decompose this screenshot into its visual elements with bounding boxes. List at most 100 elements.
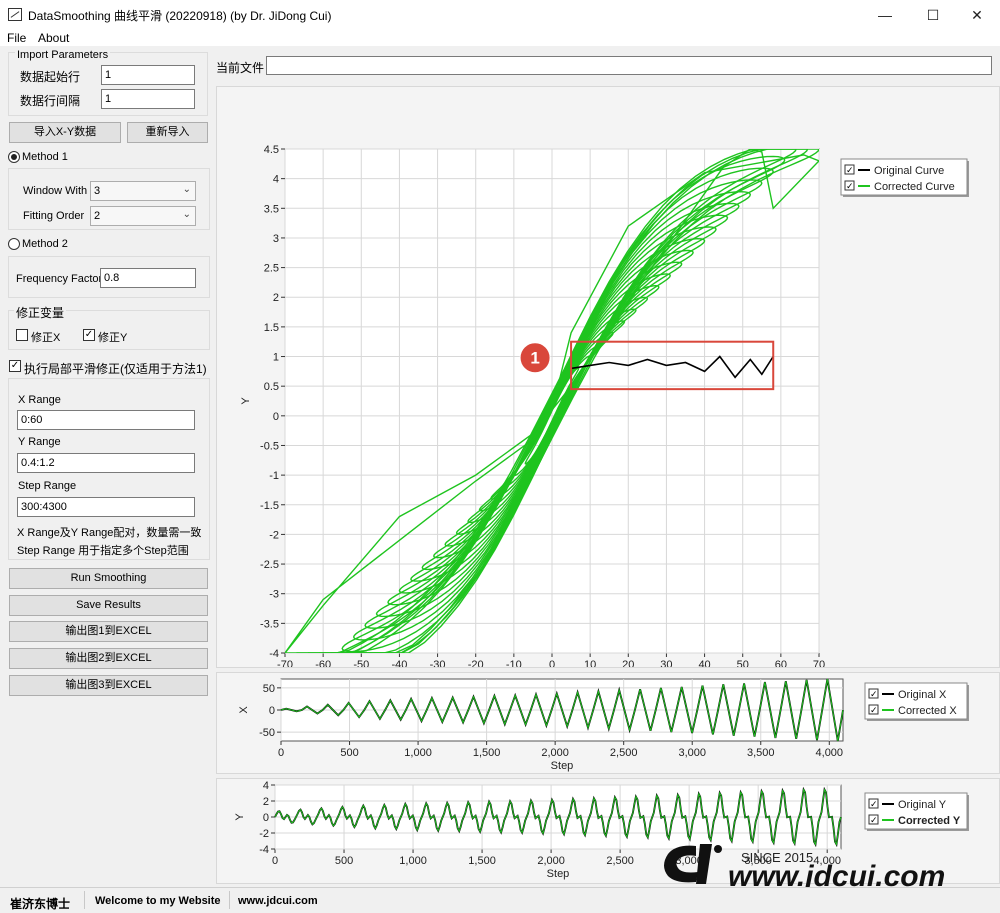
status-site[interactable]: www.jdcui.com (238, 895, 318, 907)
menu-about[interactable]: About (38, 31, 69, 45)
x-tick-label: 0 (278, 747, 284, 759)
y-tick-label: -1.5 (260, 500, 279, 512)
y-tick-label: -0.5 (260, 440, 279, 452)
save-results-button[interactable]: Save Results (9, 595, 208, 616)
frequency-factor-input[interactable]: 0.8 (100, 268, 196, 288)
window-with-value: 3 (94, 185, 101, 197)
start-row-input[interactable]: 1 (101, 65, 195, 85)
method2-label: Method 2 (22, 238, 68, 250)
export-chart3-button[interactable]: 输出图3到EXCEL (9, 675, 208, 696)
row-interval-input[interactable]: 1 (101, 89, 195, 109)
x-tick-label: 3,000 (678, 747, 706, 759)
close-button[interactable]: ✕ (954, 0, 1000, 30)
x-tick-label: 1,500 (468, 855, 496, 867)
step-x-chart[interactable]: 0 500 1,000 1,500 2,000 2,500 3,000 3,500 4,000-… (217, 673, 999, 773)
x-tick-label: 4,000 (816, 747, 844, 759)
x-range-input[interactable]: 0:60 (17, 410, 195, 430)
annotation-marker-number: 1 (530, 349, 539, 368)
y-tick-label: 0 (263, 812, 269, 824)
x-tick-label: 2,000 (541, 747, 569, 759)
method1-label: Method 1 (22, 151, 68, 163)
step-x-chart-panel: 0 500 1,000 1,500 2,000 2,500 3,000 3,500 4,000-… (216, 672, 1000, 774)
step-range-label: Step Range (18, 480, 77, 492)
y-tick-label: 3 (273, 233, 279, 245)
legend-label: Original Y (898, 799, 947, 811)
y-tick-label: -50 (259, 727, 275, 739)
y-tick-label: 2.5 (264, 263, 279, 275)
export-chart1-button[interactable]: 输出图1到EXCEL (9, 621, 208, 642)
y-tick-label: -1 (269, 470, 279, 482)
legend-check-mark: ✓ (846, 165, 854, 175)
xy-chart[interactable]: -70 -60 -50 -40 -30 -20 -10 0 10 20 30 40 50 60 70-4-3… (217, 87, 999, 684)
method2-radio[interactable] (8, 238, 20, 250)
row-interval-label: 数据行间隔 (20, 94, 81, 108)
x-tick-label: -60 (315, 659, 331, 667)
range-note-1: X Range及Y Range配对，数量需一致 (17, 527, 202, 539)
x-tick-label: -20 (468, 659, 484, 667)
fitting-order-select[interactable]: 2 ⌄ (90, 206, 196, 226)
xy-chart-panel: -70 -60 -50 -40 -30 -20 -10 0 10 20 30 40 50 60 70 -4 -3… (216, 86, 1000, 684)
current-file-input[interactable] (266, 56, 992, 75)
x-axis-label: Step (551, 760, 574, 772)
y-tick-label: 1.5 (264, 322, 279, 334)
y-range-input[interactable]: 0.4:1.2 (17, 453, 195, 473)
local-smoothing-checkbox[interactable]: ✓ (9, 360, 21, 372)
y-axis-label: X (238, 706, 250, 714)
correct-x-checkbox[interactable] (16, 329, 28, 341)
app-icon (8, 8, 22, 21)
current-file-label: 当前文件 (216, 61, 265, 75)
y-axis-label: Y (234, 813, 246, 821)
x-tick-label: 500 (335, 855, 353, 867)
x-tick-label: 500 (340, 747, 358, 759)
chevron-down-icon: ⌄ (182, 184, 191, 195)
fitting-order-value: 2 (94, 210, 101, 222)
frequency-factor-label: Frequency Factor (16, 273, 103, 285)
import-xy-button[interactable]: 导入X-Y数据 (9, 122, 121, 143)
window-with-select[interactable]: 3 ⌄ (90, 181, 196, 201)
method1-radio[interactable] (8, 151, 20, 163)
export-chart2-button[interactable]: 输出图2到EXCEL (9, 648, 208, 669)
chevron-down-icon: ⌄ (182, 209, 191, 220)
legend-label: Original X (898, 689, 947, 701)
x-tick-label: 50 (737, 659, 749, 667)
fitting-order-label: Fitting Order (23, 210, 85, 222)
y-tick-label: 50 (263, 683, 275, 695)
start-row-label: 数据起始行 (20, 70, 81, 84)
y-tick-label: -3.5 (260, 618, 279, 630)
x-tick-label: 0 (549, 659, 555, 667)
legend-check-mark: ✓ (870, 689, 878, 699)
y-tick-label: -3 (269, 589, 279, 601)
run-smoothing-button[interactable]: Run Smoothing (9, 568, 208, 589)
range-note-2: Step Range 用于指定多个Step范围 (17, 545, 189, 557)
x-tick-label: 1,000 (404, 747, 432, 759)
status-welcome[interactable]: Welcome to my Website (95, 895, 221, 907)
y-tick-label: -2.5 (260, 559, 279, 571)
step-range-input[interactable]: 300:4300 (17, 497, 195, 517)
x-tick-label: 70 (813, 659, 825, 667)
correct-y-label: 修正Y (98, 332, 128, 344)
x-tick-label: -40 (391, 659, 407, 667)
x-tick-label: 2,000 (537, 855, 565, 867)
minimize-button[interactable]: — (862, 0, 908, 30)
x-tick-label: -50 (353, 659, 369, 667)
y-tick-label: 4 (263, 780, 269, 792)
x-tick-label: 0 (272, 855, 278, 867)
x-tick-label: 40 (698, 659, 710, 667)
x-tick-label: 20 (622, 659, 634, 667)
correct-x-label: 修正X (31, 332, 61, 344)
x-tick-label: 1,000 (399, 855, 427, 867)
reimport-button[interactable]: 重新导入 (127, 122, 208, 143)
x-range-label: X Range (18, 394, 61, 406)
x-tick-label: 30 (660, 659, 672, 667)
correction-group-label: 修正变量 (14, 304, 67, 321)
y-tick-label: -4 (259, 844, 269, 856)
left-panel: Import Parameters 数据起始行 1 数据行间隔 1 导入X-Y数… (0, 46, 214, 886)
y-axis-label: Y (240, 397, 252, 405)
window-with-label: Window With (23, 185, 88, 197)
watermark-url: www.jdcui.com (728, 860, 945, 890)
x-tick-label: -70 (277, 659, 293, 667)
x-tick-label: 60 (775, 659, 787, 667)
menu-file[interactable]: File (7, 31, 26, 45)
correct-y-checkbox[interactable]: ✓ (83, 329, 95, 341)
maximize-button[interactable]: ☐ (910, 0, 956, 30)
